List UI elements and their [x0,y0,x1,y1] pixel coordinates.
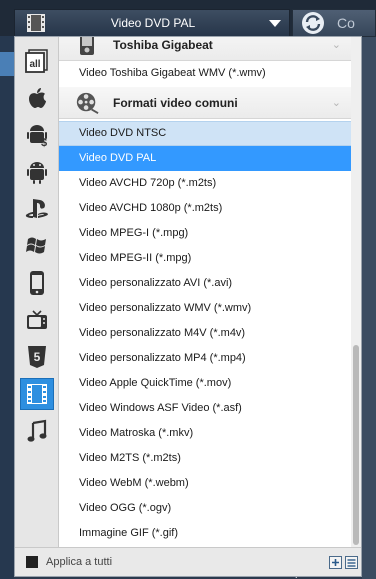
background-panel-right [362,36,376,579]
windows-icon [26,237,46,254]
all-formats-icon: all [25,49,48,73]
category-audio[interactable] [20,415,54,447]
collapse-icon: ⌄ [331,97,341,109]
format-picker-popup: all $ 5 Toshiba Gigabeat ⌄ Video Toshiba… [14,36,362,577]
apple-icon [29,88,46,108]
background-panel-left [0,36,14,579]
popup-footer: Applica a tutti [15,547,361,576]
output-format-value: Video DVD PAL [110,16,196,30]
music-note-icon [27,419,47,442]
playstation-icon [25,199,48,218]
tv-icon [27,310,47,329]
apply-all-checkbox[interactable] [26,556,38,568]
category-html5[interactable]: 5 [20,341,54,373]
category-tv[interactable] [20,304,54,336]
apply-all-label[interactable]: Applica a tutti [46,556,112,568]
list-item[interactable]: Video Toshiba Gigabeat WMV (*.wmv) [59,61,351,86]
list-item[interactable]: Video personalizzato M4V (*.m4v) [59,321,351,346]
list-item[interactable]: Video AVCHD 720p (*.m2ts) [59,171,351,196]
film-strip-icon [27,384,47,404]
list-item[interactable]: Video personalizzato WMV (*.wmv) [59,296,351,321]
category-all[interactable]: all [20,45,54,77]
group-title-common-video: Formati video comuni [113,95,238,110]
all-label: all [29,59,40,70]
film-reel-icon [76,92,99,114]
list-item[interactable]: Video Matroska (*.mkv) [59,421,351,446]
android-store-icon: $ [27,125,47,148]
android-icon [27,162,47,184]
list-item[interactable]: Immagine GIF (*.gif) [59,521,351,546]
output-format-dropdown[interactable]: Video DVD PAL [14,9,290,37]
category-sidebar: all $ 5 [15,37,59,547]
svg-text:$: $ [41,137,47,148]
list-item[interactable]: Video OGG (*.ogv) [59,496,351,521]
list-item[interactable]: Video DVD NTSC [59,121,351,146]
refresh-icon [302,12,324,34]
category-mobile[interactable] [20,267,54,299]
format-list: Toshiba Gigabeat ⌄ Video Toshiba Gigabea… [59,37,351,547]
collapse-icon: ⌄ [331,39,341,51]
list-item[interactable]: Video MPEG-I (*.mpg) [59,221,351,246]
category-android[interactable] [20,156,54,188]
group-title-toshiba: Toshiba Gigabeat [113,37,213,52]
html5-label: 5 [34,350,41,364]
category-video[interactable] [20,378,54,410]
category-apple[interactable] [20,82,54,114]
scrollbar-thumb[interactable] [353,345,359,545]
list-item[interactable]: Video AVCHD 1080p (*.m2ts) [59,196,351,221]
category-playstation[interactable] [20,193,54,225]
category-android-store[interactable]: $ [20,119,54,151]
list-item[interactable]: Video M2TS (*.m2ts) [59,446,351,471]
list-item[interactable]: Video MPEG-II (*.mpg) [59,246,351,271]
media-player-icon [80,37,94,55]
add-preset-icon[interactable] [329,556,342,569]
remove-preset-icon[interactable] [345,556,358,569]
list-item[interactable]: Video DVD PAL [59,146,351,171]
convert-button[interactable]: Co [292,9,376,37]
convert-label: Co [337,15,355,31]
list-item[interactable]: Video personalizzato AVI (*.avi) [59,271,351,296]
group-header-toshiba[interactable]: Toshiba Gigabeat ⌄ [59,37,351,61]
category-windows[interactable] [20,230,54,262]
film-icon [27,14,45,32]
html5-icon: 5 [28,346,46,368]
group-header-common-video[interactable]: Formati video comuni ⌄ [59,87,351,119]
list-item[interactable]: Video WebM (*.webm) [59,471,351,496]
list-item[interactable]: Video Apple QuickTime (*.mov) [59,371,351,396]
vertical-scrollbar[interactable] [351,37,361,547]
chevron-down-icon [269,19,281,27]
mobile-phone-icon [30,271,44,295]
list-item[interactable]: Video Windows ASF Video (*.asf) [59,396,351,421]
background-selection-bar [0,52,14,76]
list-item[interactable]: Video personalizzato MP4 (*.mp4) [59,346,351,371]
